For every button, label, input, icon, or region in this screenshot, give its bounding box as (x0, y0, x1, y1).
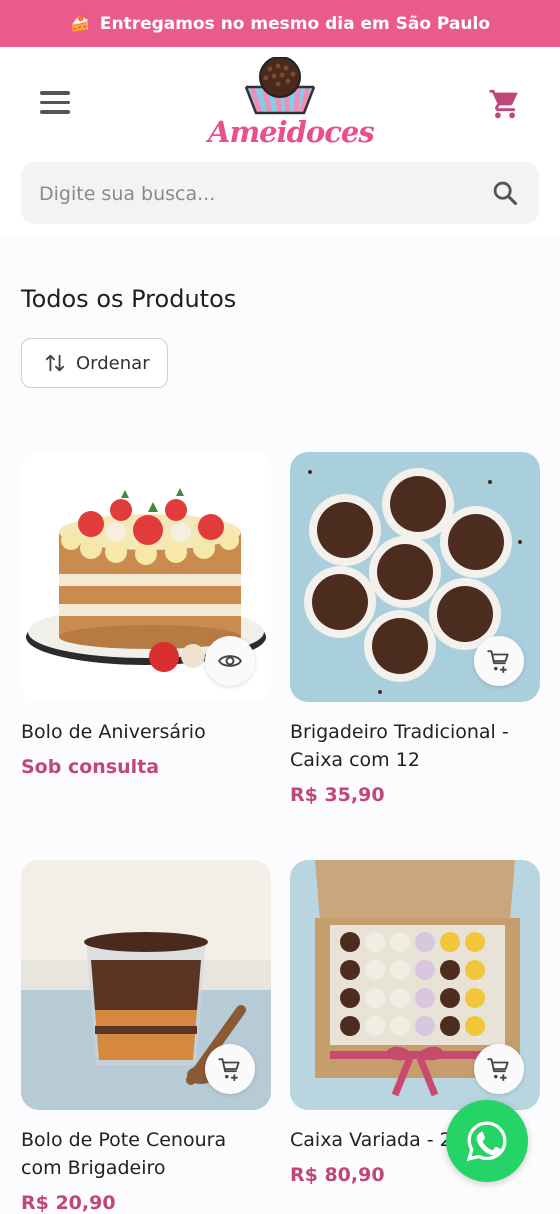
header: Ameidoces (0, 47, 560, 237)
product-image[interactable] (21, 860, 271, 1110)
search-bar (21, 162, 539, 226)
quick-view-button[interactable] (205, 636, 255, 686)
brand-logo[interactable]: Ameidoces (208, 56, 375, 155)
add-to-cart-button[interactable] (205, 1044, 255, 1094)
product-image[interactable] (290, 860, 540, 1110)
add-to-cart-button[interactable] (474, 636, 524, 686)
whatsapp-icon (466, 1121, 507, 1162)
product-image[interactable] (290, 452, 540, 702)
product-image[interactable] (21, 452, 271, 702)
cake-icon: 🍰 (69, 14, 90, 33)
product-card[interactable]: Brigadeiro Tradicional - Caixa com 12 R$… (290, 452, 540, 806)
search-icon[interactable] (491, 179, 519, 207)
whatsapp-button[interactable] (446, 1100, 528, 1182)
brigadeiro-logo-icon (244, 56, 316, 115)
product-name[interactable]: Bolo de Aniversário (21, 718, 271, 746)
brand-name: Ameidoces (208, 115, 375, 149)
cart-button[interactable] (488, 87, 522, 121)
cart-icon (489, 89, 518, 119)
search-input[interactable] (37, 162, 481, 226)
hamburger-menu-button[interactable] (40, 91, 70, 117)
sort-label: Ordenar (76, 352, 150, 374)
product-price: R$ 20,90 (21, 1192, 116, 1214)
eye-icon (218, 655, 242, 667)
product-card[interactable]: Bolo de Pote Cenoura com Brigadeiro R$ 2… (21, 860, 271, 1214)
add-cart-icon (218, 1058, 240, 1081)
add-to-cart-button[interactable] (474, 1044, 524, 1094)
banner-text: Entregamos no mesmo dia em São Paulo (99, 13, 491, 34)
product-name[interactable]: Bolo de Pote Cenoura com Brigadeiro (21, 1126, 271, 1182)
product-price: Sob consulta (21, 756, 160, 778)
add-cart-icon (487, 650, 509, 673)
sort-button[interactable]: Ordenar (21, 338, 168, 388)
sort-arrows-icon (45, 354, 65, 372)
add-cart-icon (487, 1058, 509, 1081)
product-card[interactable]: Bolo de Aniversário Sob consulta (21, 452, 271, 778)
page-title: Todos os Produtos (21, 285, 237, 313)
main-content: Todos os Produtos Ordenar Bolo de Aniver… (0, 237, 560, 1214)
product-price: R$ 35,90 (290, 784, 385, 806)
announcement-banner: 🍰 Entregamos no mesmo dia em São Paulo (0, 0, 560, 47)
product-name[interactable]: Brigadeiro Tradicional - Caixa com 12 (290, 718, 540, 774)
